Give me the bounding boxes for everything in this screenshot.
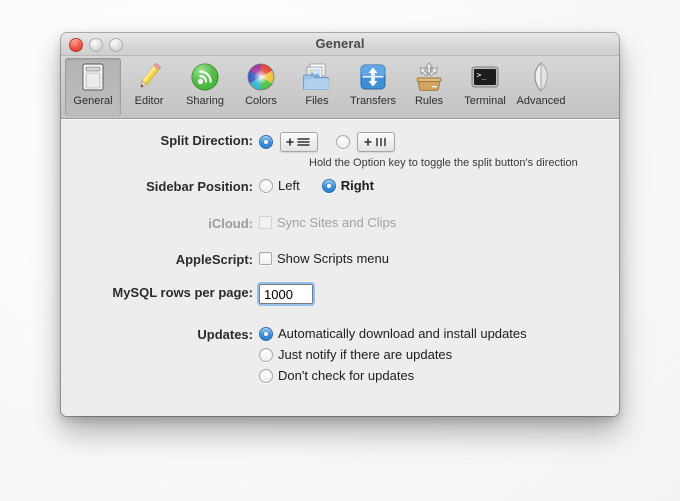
split-horizontal-button[interactable]	[280, 132, 318, 152]
sidebar-position-right-label[interactable]: Right	[341, 178, 374, 193]
files-icon	[301, 61, 333, 93]
toolbar-item-editor[interactable]: Editor	[121, 58, 177, 116]
toolbar-item-transfers[interactable]: Transfers	[345, 58, 401, 116]
transfers-icon	[357, 61, 389, 93]
show-scripts-menu-label[interactable]: Show Scripts menu	[277, 251, 389, 266]
advanced-icon	[525, 61, 557, 93]
toolbar-item-general[interactable]: General	[65, 58, 121, 116]
rules-icon	[413, 61, 445, 93]
toolbar-item-terminal[interactable]: >_ Terminal	[457, 58, 513, 116]
toolbar-item-label: General	[73, 95, 113, 107]
split-direction-horizontal-radio[interactable]	[259, 135, 273, 149]
updates-label: Updates:	[197, 327, 253, 342]
mysql-rows-input[interactable]	[257, 282, 315, 306]
sidebar-position-left-label[interactable]: Left	[278, 178, 300, 193]
show-scripts-menu-checkbox[interactable]	[259, 252, 272, 265]
updates-notify-radio[interactable]	[259, 347, 273, 362]
split-direction-vertical-radio[interactable]	[336, 135, 350, 149]
toolbar-item-sharing[interactable]: Sharing	[177, 58, 233, 116]
updates-options: Automatically download and install updat…	[259, 326, 527, 383]
icloud-row: iCloud: Sync Sites and Clips	[61, 215, 396, 232]
sidebar-position-controls: Left Right	[259, 178, 374, 193]
updates-auto-label[interactable]: Automatically download and install updat…	[278, 326, 527, 341]
updates-never-radio[interactable]	[259, 368, 273, 383]
toolbar-item-label: Rules	[414, 95, 444, 107]
updates-row: Updates: Automatically download and inst…	[61, 326, 527, 383]
sidebar-position-right-radio[interactable]	[321, 178, 336, 193]
toolbar-item-label: Colors	[245, 95, 277, 107]
sidebar-position-left-radio[interactable]	[259, 178, 273, 193]
window-titlebar: General	[61, 33, 619, 56]
toolbar-item-label: Transfers	[349, 95, 397, 107]
split-vertical-icon	[364, 137, 386, 147]
updates-auto-radio[interactable]	[259, 326, 273, 341]
toolbar-item-advanced[interactable]: Advanced	[513, 58, 569, 116]
applescript-label: AppleScript:	[175, 252, 253, 267]
sync-sites-and-clips-label: Sync Sites and Clips	[277, 215, 397, 230]
icloud-label: iCloud:	[208, 216, 253, 231]
desktop-background: General General Editor Sharing Colors Fi…	[0, 0, 680, 501]
toolbar-item-label: Editor	[134, 95, 164, 107]
split-direction-controls	[259, 132, 395, 152]
editor-icon	[133, 61, 165, 93]
mysql-rows-row: MySQL rows per page:	[61, 282, 315, 306]
split-direction-hint: Hold the Option key to toggle the split …	[309, 157, 578, 169]
mysql-rows-controls	[257, 282, 315, 306]
updates-never-label[interactable]: Don't check for updates	[278, 368, 414, 383]
window-title: General	[315, 36, 365, 51]
updates-notify-label[interactable]: Just notify if there are updates	[278, 347, 452, 362]
sync-sites-and-clips-checkbox	[259, 216, 272, 229]
preferences-toolbar: General Editor Sharing Colors Files Tran…	[61, 56, 619, 119]
toolbar-item-label: Advanced	[516, 95, 566, 107]
applescript-row: AppleScript: Show Scripts menu	[61, 251, 389, 268]
split-vertical-button[interactable]	[357, 132, 395, 152]
split-direction-row: Split Direction:	[61, 132, 395, 152]
toolbar-item-label: Terminal	[464, 95, 506, 107]
updates-option-never[interactable]: Don't check for updates	[259, 368, 527, 383]
toolbar-item-label: Sharing	[186, 95, 224, 107]
split-horizontal-icon	[286, 138, 310, 146]
general-icon	[77, 61, 109, 93]
toolbar-item-colors[interactable]: Colors	[233, 58, 289, 116]
sidebar-position-label: Sidebar Position:	[146, 179, 253, 194]
preferences-window: General General Editor Sharing Colors Fi…	[61, 33, 619, 416]
colors-icon	[245, 61, 277, 93]
toolbar-item-files[interactable]: Files	[289, 58, 345, 116]
icloud-controls: Sync Sites and Clips	[259, 215, 396, 230]
toolbar-item-label: Files	[305, 95, 329, 107]
updates-option-auto[interactable]: Automatically download and install updat…	[259, 326, 527, 341]
svg-text:>_: >_	[477, 71, 487, 80]
preferences-content: Split Direction: Hold the Option key to …	[61, 119, 619, 416]
terminal-icon: >_	[469, 61, 501, 93]
sidebar-position-row: Sidebar Position: Left Right	[61, 178, 374, 195]
toolbar-item-rules[interactable]: Rules	[401, 58, 457, 116]
applescript-controls: Show Scripts menu	[259, 251, 389, 266]
mysql-rows-label: MySQL rows per page:	[112, 285, 253, 300]
sharing-icon	[189, 61, 221, 93]
updates-option-notify[interactable]: Just notify if there are updates	[259, 347, 527, 362]
split-direction-label: Split Direction:	[160, 133, 253, 148]
